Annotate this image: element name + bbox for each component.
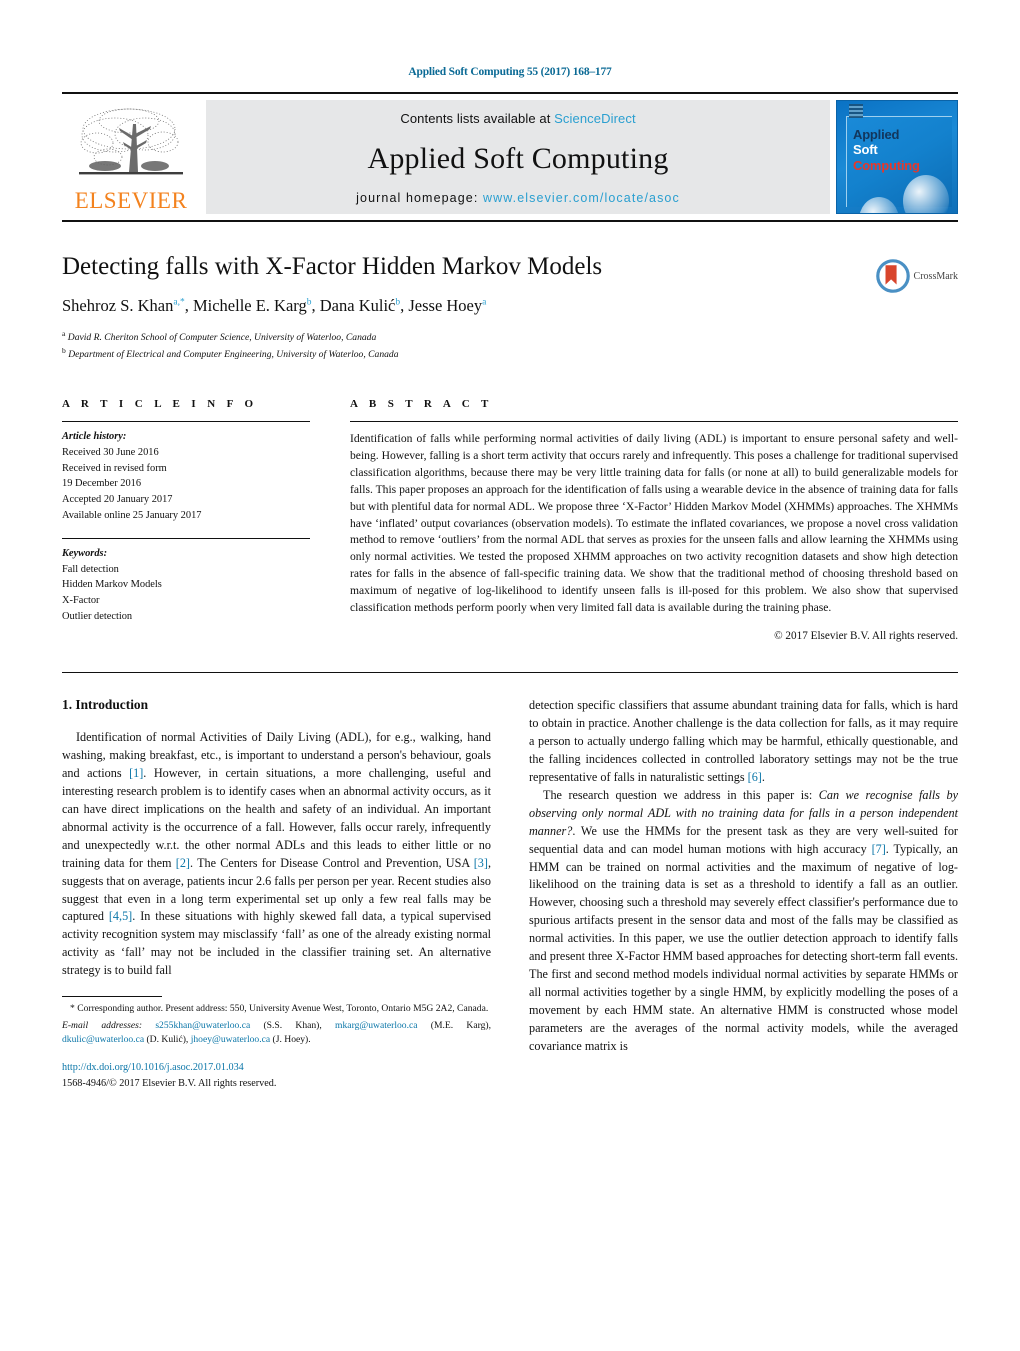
body-right-column: detection specific classifiers that assu… <box>529 697 958 1091</box>
text-run: detection specific classifiers that assu… <box>529 698 958 784</box>
affiliation-a-text: David R. Cheriton School of Computer Sci… <box>67 331 377 343</box>
history-item: Received 30 June 2016 <box>62 446 159 458</box>
affiliations: a David R. Cheriton School of Computer S… <box>62 328 958 362</box>
article-history-label: Article history: <box>62 430 127 442</box>
elsevier-wordmark: ELSEVIER <box>74 188 188 213</box>
keyword-item: Fall detection <box>62 563 119 575</box>
history-item: Received in revised form <box>62 462 167 474</box>
title-block: Detecting falls with X-Factor Hidden Mar… <box>62 253 958 362</box>
footnote-divider <box>62 996 162 998</box>
cover-title-line2: Soft <box>853 142 878 158</box>
crossmark-badge[interactable]: CrossMark <box>875 259 958 293</box>
running-head: Applied Soft Computing 55 (2017) 168–177 <box>408 66 612 78</box>
email-owner-name: (M.E. Karg), <box>417 1019 492 1031</box>
elsevier-logo: ELSEVIER <box>62 100 200 214</box>
corresponding-author-note: * Corresponding author. Present address:… <box>62 1002 491 1016</box>
email-owner-name: (J. Hoey). <box>270 1033 311 1045</box>
history-item: Available online 25 January 2017 <box>62 510 202 521</box>
keyword-item: X-Factor <box>62 595 100 607</box>
email-link[interactable]: jhoey@uwaterloo.ca <box>191 1034 270 1045</box>
text-run: . <box>761 769 765 784</box>
body-columns: 1. Introduction Identification of normal… <box>62 697 958 1091</box>
email-addresses-note: E-mail addresses: s255khan@uwaterloo.ca … <box>62 1019 491 1048</box>
affiliation-b: b Department of Electrical and Computer … <box>62 345 399 361</box>
corresponding-author-text: * Corresponding author. Present address:… <box>70 1003 489 1015</box>
citation-ref[interactable]: [4,5] <box>109 909 132 923</box>
keywords-label: Keywords: <box>62 547 108 559</box>
affiliation-b-text: Department of Electrical and Computer En… <box>68 349 399 361</box>
paragraph: Identification of normal Activities of D… <box>62 729 491 980</box>
contents-lists-line: Contents lists available at ScienceDirec… <box>400 111 635 126</box>
text-run: . The Centers for Disease Control and Pr… <box>190 855 474 870</box>
history-item: Accepted 20 January 2017 <box>62 494 173 506</box>
contents-prefix: Contents lists available at <box>400 111 555 126</box>
section-heading-introduction: 1. Introduction <box>62 697 149 713</box>
page-title: Detecting falls with X-Factor Hidden Mar… <box>62 253 603 280</box>
divider <box>62 672 958 674</box>
crossmark-icon <box>875 259 910 293</box>
keyword-item: Outlier detection <box>62 611 133 623</box>
issn-copyright-line: 1568-4946/© 2017 Elsevier B.V. All right… <box>62 1077 277 1089</box>
paragraph: detection specific classifiers that assu… <box>529 697 958 787</box>
text-run: The research question we address in this… <box>543 787 819 802</box>
paper-page: Applied Soft Computing 55 (2017) 168–177 <box>0 0 1020 1351</box>
article-history-block: Article history: Received 30 June 2016 R… <box>62 422 310 524</box>
cover-title-line1: Applied <box>853 127 900 142</box>
keyword-item: Hidden Markov Models <box>62 579 162 591</box>
citation-ref[interactable]: [2] <box>176 856 190 870</box>
journal-homepage-link[interactable]: www.elsevier.com/locate/asoc <box>483 191 680 205</box>
affiliation-a: a David R. Cheriton School of Computer S… <box>62 328 377 343</box>
email-owner-name: (D. Kulić), <box>144 1033 191 1045</box>
citation-ref[interactable]: [1] <box>129 766 143 780</box>
cover-barcode-icon <box>849 104 863 118</box>
text-run: . However, in certain situations, a more… <box>62 765 491 870</box>
citation-ref[interactable]: [6] <box>748 770 762 784</box>
journal-masthead: ELSEVIER Contents lists available at Sci… <box>62 92 958 222</box>
author-list: Shehroz S. Khana,*, Michelle E. Kargb, D… <box>62 295 487 315</box>
abstract-copyright: © 2017 Elsevier B.V. All rights reserved… <box>774 630 958 643</box>
article-info-heading: A R T I C L E I N F O <box>62 397 258 410</box>
journal-title: Applied Soft Computing <box>367 141 669 175</box>
email-label: E-mail addresses: <box>62 1019 143 1031</box>
homepage-prefix: journal homepage: <box>356 191 483 205</box>
elsevier-tree-icon <box>79 108 183 175</box>
email-link[interactable]: s255khan@uwaterloo.ca <box>155 1020 250 1031</box>
email-owner-name: (S.S. Khan), <box>250 1019 336 1031</box>
abstract-heading: A B S T R A C T <box>350 397 493 410</box>
masthead-center-panel: Contents lists available at ScienceDirec… <box>206 100 830 214</box>
journal-homepage-line: journal homepage: www.elsevier.com/locat… <box>356 191 680 205</box>
citation-ref[interactable]: [3] <box>474 856 488 870</box>
paragraph: The research question we address in this… <box>529 787 958 1056</box>
body-left-column: 1. Introduction Identification of normal… <box>62 697 491 1091</box>
sciencedirect-link[interactable]: ScienceDirect <box>554 111 636 126</box>
email-link[interactable]: mkarg@uwaterloo.ca <box>335 1020 417 1031</box>
info-abstract-row: A R T I C L E I N F O Article history: R… <box>62 398 958 642</box>
doi-block: http://dx.doi.org/10.1016/j.asoc.2017.01… <box>62 1060 491 1091</box>
abstract-column: A B S T R A C T Identification of falls … <box>350 398 958 642</box>
article-info-column: A R T I C L E I N F O Article history: R… <box>62 398 310 642</box>
keywords-block: Keywords: Fall detection Hidden Markov M… <box>62 539 310 625</box>
citation-ref[interactable]: [7] <box>872 842 886 856</box>
doi-link[interactable]: http://dx.doi.org/10.1016/j.asoc.2017.01… <box>62 1060 491 1075</box>
journal-cover-thumbnail[interactable]: Applied Soft Computing <box>836 100 958 214</box>
history-item: 19 December 2016 <box>62 478 142 490</box>
email-link[interactable]: dkulic@uwaterloo.ca <box>62 1034 144 1045</box>
cover-title-line3: Computing <box>853 157 920 173</box>
text-run: . Typically, an HMM can be trained on no… <box>529 841 958 1053</box>
footnote-block: * Corresponding author. Present address:… <box>62 996 491 1047</box>
crossmark-label: CrossMark <box>913 270 958 282</box>
abstract-text: Identification of falls while performing… <box>350 431 958 615</box>
cover-title-text: Applied Soft Computing <box>853 127 920 173</box>
